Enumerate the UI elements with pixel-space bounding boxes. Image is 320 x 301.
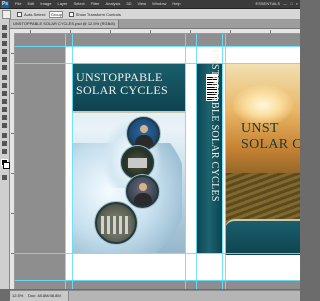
photoshop-logo: Ps — [1, 0, 9, 8]
eraser-tool-icon[interactable] — [2, 107, 7, 112]
close-button[interactable]: × — [296, 0, 298, 8]
status-bar: 12.5% Doc: 48.8M/48.8M — [10, 290, 300, 301]
guide-horizontal[interactable] — [15, 253, 300, 254]
front-title-line-2: SOLAR C — [241, 137, 300, 152]
front-title-line-1: UNST — [241, 121, 279, 136]
sunset-glow — [233, 85, 293, 125]
document-canvas[interactable]: UNSTOPPABLE SOLAR CYCLES UNSTOPPABLE SOL… — [15, 34, 300, 289]
front-cover-title: UNST SOLAR C — [241, 121, 300, 153]
window-controls: ESSENTIALS — □ × — [256, 0, 298, 8]
history-brush-tool-icon[interactable] — [2, 99, 7, 104]
move-tool-icon[interactable] — [2, 25, 7, 30]
guide-vertical[interactable] — [185, 34, 186, 289]
circle-photo-building — [121, 146, 154, 179]
type-tool-icon[interactable] — [2, 141, 7, 146]
document-tab-bar: UNSTOPPABLE SOLAR CYCLES.psd @ 12.5% (RG… — [10, 20, 300, 29]
back-title-line-2: SOLAR CYCLES — [76, 83, 168, 97]
auto-select-checkbox[interactable] — [17, 11, 22, 17]
brush-tool-icon[interactable] — [2, 83, 7, 88]
quick-mask-icon[interactable] — [2, 175, 7, 180]
move-tool-preset-icon[interactable] — [2, 9, 11, 19]
clone-stamp-tool-icon[interactable] — [2, 91, 7, 96]
guide-vertical[interactable] — [222, 34, 223, 289]
maximize-button[interactable]: □ — [290, 0, 292, 8]
front-cover-bottom-band — [225, 219, 300, 255]
guide-horizontal[interactable] — [15, 46, 300, 47]
menu-help[interactable]: Help — [172, 0, 180, 8]
back-cover-title: UNSTOPPABLE SOLAR CYCLES — [76, 71, 184, 97]
menu-analysis[interactable]: Analysis — [106, 0, 121, 8]
guide-vertical[interactable] — [65, 34, 66, 289]
document-tab[interactable]: UNSTOPPABLE SOLAR CYCLES.psd @ 12.5% (RG… — [10, 20, 119, 28]
menu-image[interactable]: Image — [40, 0, 51, 8]
guide-horizontal[interactable] — [15, 63, 300, 64]
guide-horizontal[interactable] — [15, 280, 300, 281]
options-bar: Auto-Select: Group Show Transform Contro… — [0, 9, 300, 20]
hand-tool-icon[interactable] — [2, 149, 7, 154]
auto-select-dropdown[interactable]: Group — [48, 10, 63, 18]
menu-view[interactable]: View — [138, 0, 147, 8]
workspace-switcher[interactable]: ESSENTIALS — [256, 0, 281, 8]
guide-vertical[interactable] — [225, 34, 226, 289]
circle-photo-man-suit — [126, 175, 159, 208]
auto-select-label: Auto-Select: — [24, 11, 46, 17]
menu-bar: Ps File Edit Image Layer Select Filter A… — [0, 0, 300, 9]
background-color-swatch[interactable] — [3, 162, 10, 169]
healing-brush-tool-icon[interactable] — [2, 75, 7, 80]
marquee-tool-icon[interactable] — [2, 33, 7, 38]
show-transform-label: Show Transform Controls — [75, 11, 121, 17]
menu-layer[interactable]: Layer — [57, 0, 67, 8]
menu-edit[interactable]: Edit — [27, 0, 34, 8]
gradient-tool-icon[interactable] — [2, 115, 7, 120]
guide-vertical[interactable] — [72, 34, 73, 289]
circle-photo-man-portrait — [127, 117, 160, 150]
pen-tool-icon[interactable] — [2, 133, 7, 138]
eyedropper-tool-icon[interactable] — [2, 65, 7, 70]
menu-window[interactable]: Window — [152, 0, 166, 8]
guide-vertical[interactable] — [196, 34, 197, 289]
quick-select-tool-icon[interactable] — [2, 49, 7, 54]
menu-filter[interactable]: Filter — [91, 0, 100, 8]
crop-tool-icon[interactable] — [2, 57, 7, 62]
lasso-tool-icon[interactable] — [2, 41, 7, 46]
back-cover-title-band: UNSTOPPABLE SOLAR CYCLES — [72, 63, 185, 113]
circle-photo-traffic — [95, 202, 137, 244]
tools-panel — [0, 19, 10, 289]
menu-select[interactable]: Select — [74, 0, 85, 8]
spine-title: UNSTOPPABLE SOLAR CYCLES — [209, 49, 220, 202]
show-transform-checkbox[interactable] — [68, 11, 74, 17]
auto-select-value: Group — [50, 11, 62, 17]
menu-3d[interactable]: 3D — [126, 0, 131, 8]
dodge-tool-icon[interactable] — [2, 123, 7, 128]
menu-file[interactable]: File — [15, 0, 21, 8]
minimize-button[interactable]: — — [283, 0, 287, 8]
